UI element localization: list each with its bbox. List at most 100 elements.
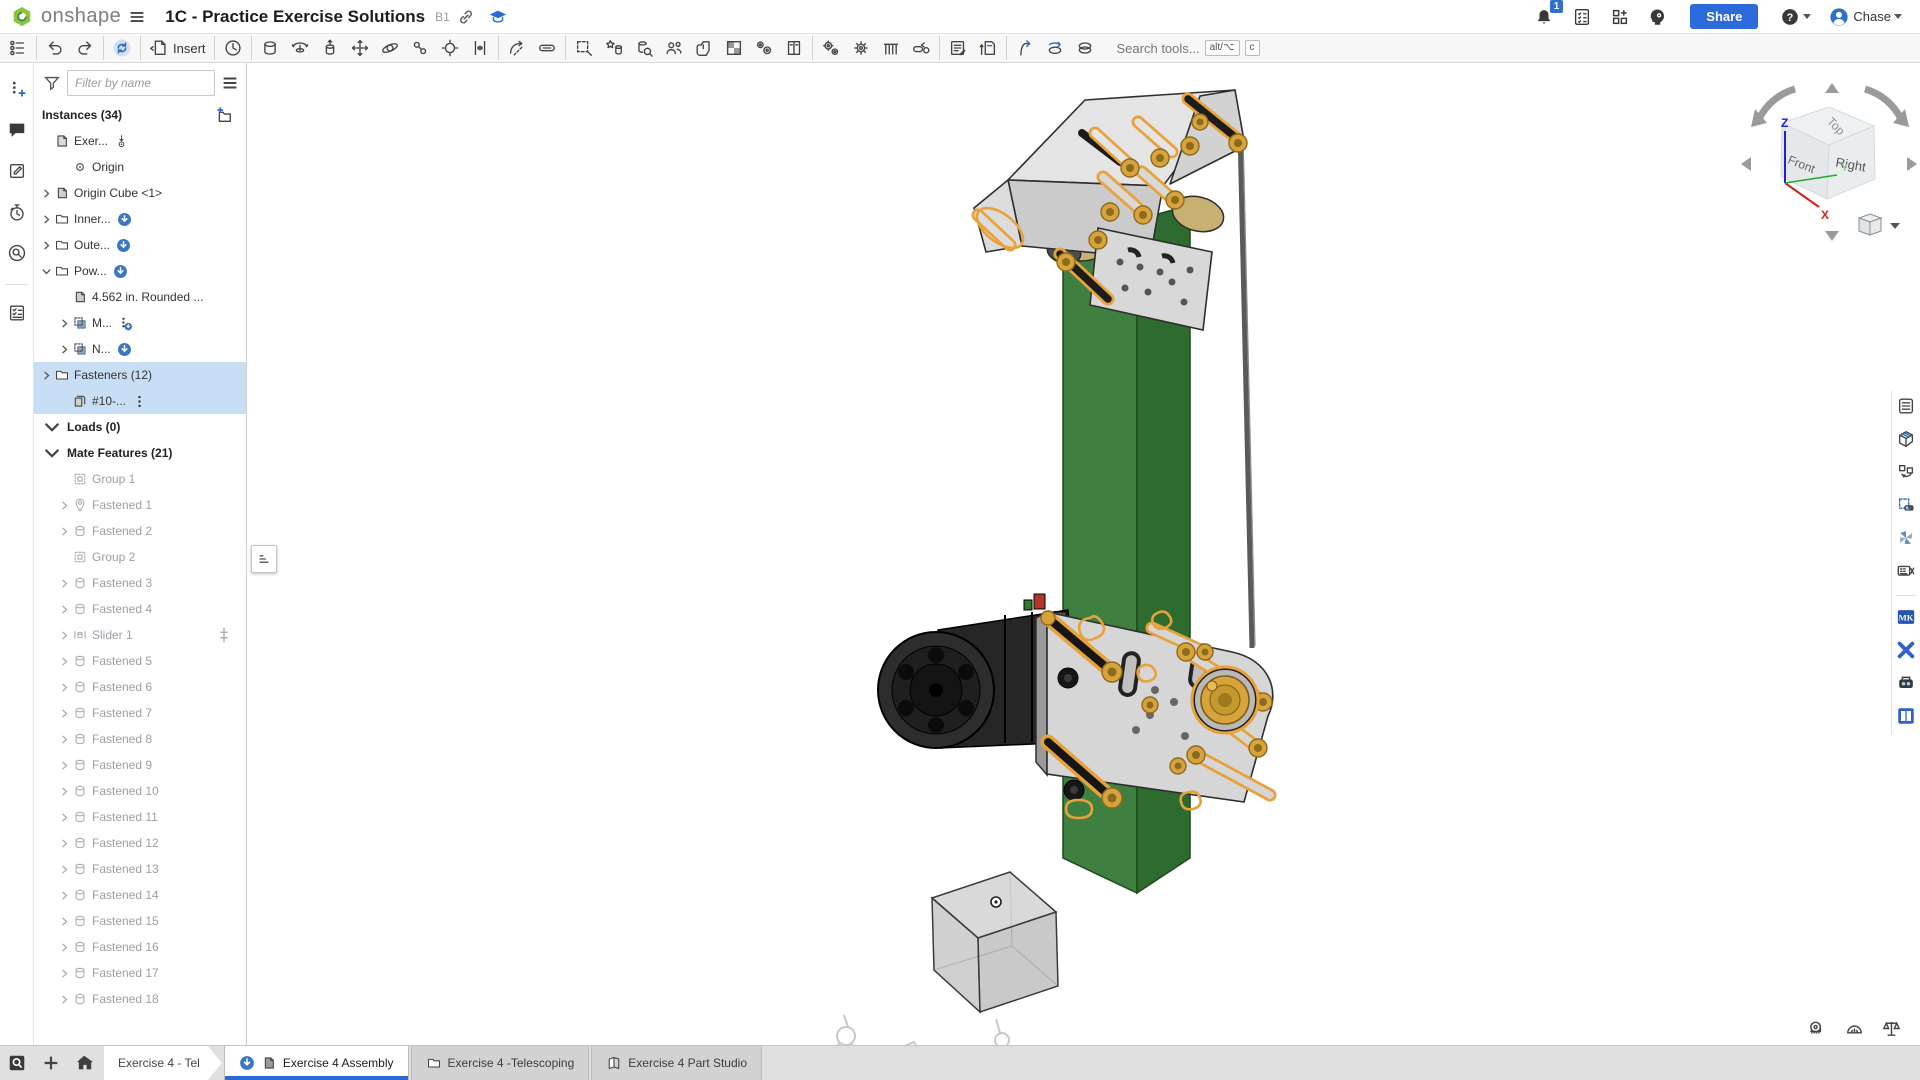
tree-row[interactable]: Oute... (34, 232, 246, 258)
stopwatch-button[interactable] (5, 200, 29, 227)
chevron-right-icon[interactable] (56, 968, 72, 979)
pinwheel-button[interactable] (1894, 525, 1918, 554)
document-tab[interactable]: Exercise 4 Part Studio (591, 1046, 762, 1080)
copy-link-button[interactable] (454, 5, 478, 29)
tasks-button[interactable] (1570, 5, 1594, 29)
view-options-button[interactable] (1859, 214, 1900, 235)
move-button[interactable] (346, 36, 374, 60)
comment-button[interactable] (5, 118, 29, 145)
mate-feature-row[interactable]: Fastened 4 (34, 596, 246, 622)
list-view-icon[interactable] (220, 73, 240, 93)
origin-cube-part[interactable] (932, 872, 1058, 1012)
download-icon[interactable] (117, 342, 132, 357)
drawing-button[interactable] (974, 36, 1002, 60)
chevron-right-icon[interactable] (56, 500, 72, 511)
bom-button[interactable] (1894, 393, 1918, 422)
chevron-right-icon[interactable] (56, 786, 72, 797)
note-button[interactable] (944, 36, 972, 60)
mate-feature-row[interactable]: Fastened 17 (34, 960, 246, 986)
chevron-right-icon[interactable] (56, 656, 72, 667)
new-tab-button[interactable] (34, 1046, 68, 1080)
ghost-sketch-geometry[interactable] (828, 1015, 1009, 1046)
mate-feature-row[interactable]: Fastened 5 (34, 648, 246, 674)
learning-center-button[interactable] (486, 5, 510, 29)
inspect-button[interactable] (630, 36, 658, 60)
chevron-right-icon[interactable] (56, 760, 72, 771)
download-icon[interactable] (113, 264, 128, 279)
kbd-x-button[interactable] (1894, 558, 1918, 587)
mate-feature-row[interactable]: Fastened 7 (34, 700, 246, 726)
loads-header-row[interactable]: Loads (0) (34, 414, 246, 440)
mate-feature-row[interactable]: Fastened 12 (34, 830, 246, 856)
tree-row[interactable]: N... (34, 336, 246, 362)
gear-trio-button[interactable] (750, 36, 778, 60)
chevron-right-icon[interactable] (56, 708, 72, 719)
curve-button[interactable] (1011, 36, 1039, 60)
mate-feature-row[interactable]: Fastened 2 (34, 518, 246, 544)
mate-feature-row[interactable]: Fastened 9 (34, 752, 246, 778)
mass-properties-button[interactable] (1881, 1018, 1902, 1042)
cube-grid-button[interactable] (1894, 426, 1918, 455)
help-button[interactable]: ? (1778, 5, 1813, 29)
tree-row[interactable]: Origin (34, 154, 246, 180)
gears-button[interactable] (817, 36, 845, 60)
filter-input[interactable] (67, 70, 215, 96)
robot-app-button[interactable] (1894, 670, 1918, 699)
target-button[interactable] (436, 36, 464, 60)
mate-feature-row[interactable]: Fastened 14 (34, 882, 246, 908)
assembly-model[interactable] (247, 63, 1920, 1046)
mate-feature-row[interactable]: Fastened 13 (34, 856, 246, 882)
chevron-right-icon[interactable] (56, 578, 72, 589)
checklist-button[interactable] (5, 301, 29, 328)
chevron-right-icon[interactable] (56, 734, 72, 745)
orbit-button[interactable] (376, 36, 404, 60)
mate-feature-row[interactable]: Fastened 16 (34, 934, 246, 960)
parallel-button[interactable] (466, 36, 494, 60)
anchor-icon[interactable] (114, 134, 129, 149)
panel-collapse-handle[interactable] (251, 545, 277, 573)
mate-feature-row[interactable]: Slider 1 (34, 622, 246, 648)
mate-feature-row[interactable]: Fastened 3 (34, 570, 246, 596)
x-app-button[interactable] (1894, 637, 1918, 666)
chevron-right-icon[interactable] (56, 916, 72, 927)
mate-feature-row[interactable]: Fastened 10 (34, 778, 246, 804)
chevron-right-icon[interactable] (38, 214, 54, 225)
notifications-button[interactable]: 1 (1532, 5, 1556, 29)
mate-feature-row[interactable]: Fastened 15 (34, 908, 246, 934)
mate-feature-row[interactable]: Fastened 1 (34, 492, 246, 518)
cylinder-button[interactable] (256, 36, 284, 60)
mate-feature-row[interactable]: Group 2 (34, 544, 246, 570)
chevron-right-icon[interactable] (56, 630, 72, 641)
mk-app-button[interactable]: MK (1894, 604, 1918, 633)
chevron-right-icon[interactable] (38, 240, 54, 251)
chevron-right-icon[interactable] (56, 344, 72, 355)
mate-feature-row[interactable]: Fastened 8 (34, 726, 246, 752)
sync-button[interactable] (108, 36, 136, 60)
tree-row[interactable]: 4.562 in. Rounded ... (34, 284, 246, 310)
tree-row[interactable]: Fasteners (12) (34, 362, 246, 388)
feature-tree-button[interactable] (4, 36, 32, 60)
main-menu-button[interactable] (125, 5, 149, 29)
add-folder-icon[interactable] (213, 105, 233, 125)
chevron-right-icon[interactable] (56, 604, 72, 615)
dots-download-icon[interactable] (118, 316, 133, 331)
columns-app-button[interactable] (1894, 703, 1918, 732)
view-cube[interactable]: Top Front Right Z X Y (1737, 71, 1920, 256)
tree-row[interactable]: Inner... (34, 206, 246, 232)
chevron-right-icon[interactable] (56, 942, 72, 953)
insert-page-button[interactable]: Insert (145, 36, 210, 60)
search-tools-field[interactable]: Search tools... alt/⌥ c (1117, 40, 1260, 56)
slider-adjust-icon[interactable] (214, 625, 234, 645)
lift-button[interactable] (316, 36, 344, 60)
tree-row[interactable]: M... (34, 310, 246, 336)
mate-connector-add-button[interactable] (5, 77, 29, 104)
sel-part-button[interactable] (1894, 492, 1918, 521)
3d-viewport[interactable]: Top Front Right Z X Y MK (247, 63, 1920, 1046)
tree-row[interactable]: #10-... (34, 388, 246, 414)
mate-feature-row[interactable]: Group 1 (34, 466, 246, 492)
checker-button[interactable] (720, 36, 748, 60)
chevron-right-icon[interactable] (56, 526, 72, 537)
dots-icon[interactable] (132, 394, 147, 409)
undo-button[interactable] (41, 36, 69, 60)
mate-feature-row[interactable]: Fastened 18 (34, 986, 246, 1012)
